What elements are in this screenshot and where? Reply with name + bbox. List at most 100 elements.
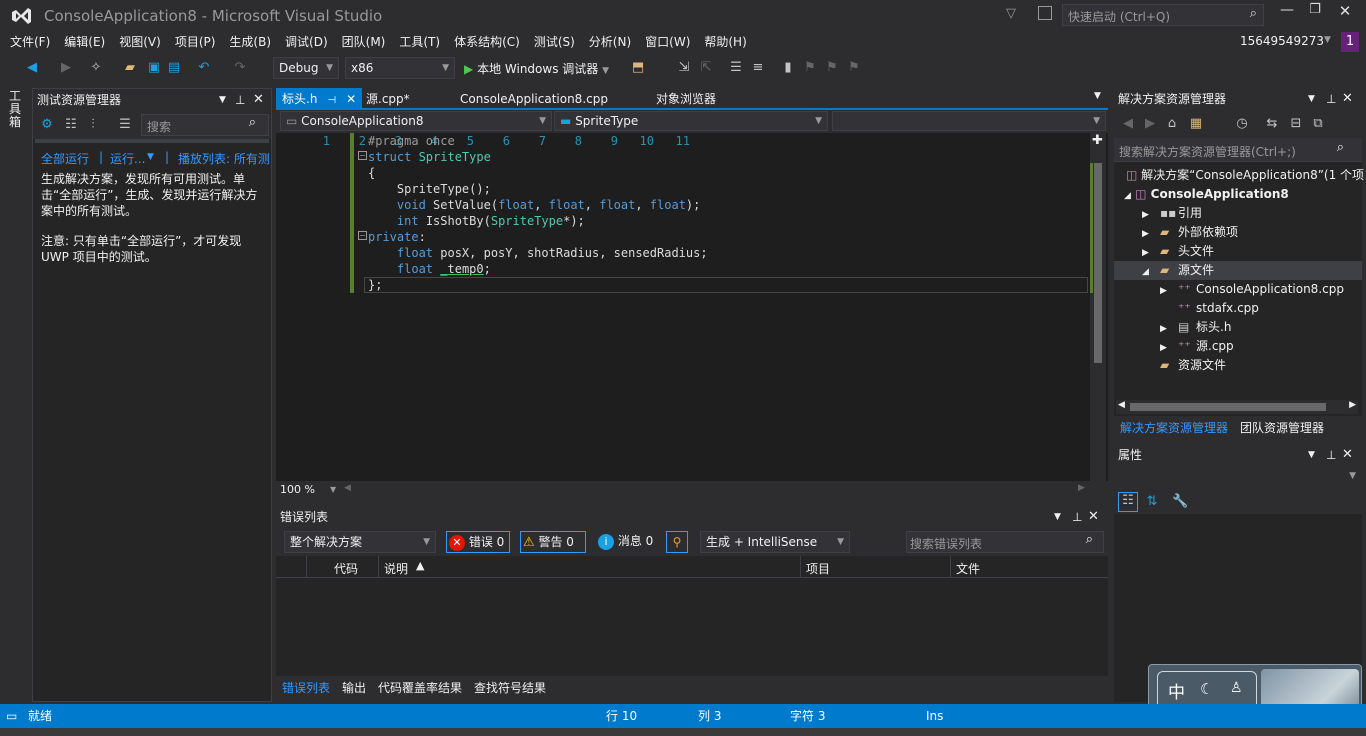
code-line[interactable]: #pragma once (368, 133, 708, 149)
code-editor[interactable]: 1 2 3 4 5 6 7 8 9 10 11 − − #pragma once struct Spr… (276, 133, 1108, 481)
panel-menu-icon[interactable]: ▼ (1054, 506, 1061, 528)
show-all-files-icon[interactable]: ⧉ (1310, 116, 1326, 132)
sort-icon[interactable]: ⫶ (85, 117, 101, 133)
collapse-all-icon[interactable]: ⊟ (1288, 116, 1304, 132)
code-line[interactable]: struct SpriteType (368, 149, 708, 165)
menu-item[interactable]: 测试(S) (527, 32, 582, 52)
back-icon[interactable]: ◀ (24, 60, 40, 76)
pin-icon[interactable]: ⊣ (327, 95, 336, 106)
bottom-tab[interactable]: 查找符号结果 (474, 679, 546, 696)
test-search-box[interactable]: 搜索 ⌕ (141, 114, 269, 136)
panel-menu-icon[interactable]: ▼ (1308, 444, 1315, 466)
column-description[interactable]: 说明 (384, 560, 408, 577)
scroll-thumb[interactable] (1130, 403, 1326, 411)
code-line[interactable]: }; (368, 277, 708, 293)
switch-views-icon[interactable]: ▦ (1188, 116, 1204, 132)
forward-icon[interactable]: ▶ (58, 60, 74, 76)
tree-item[interactable]: ▶ ▰ 头文件 (1114, 242, 1362, 261)
start-debugging-button[interactable]: ▶ 本地 Windows 调试器 ▼ (464, 60, 609, 77)
tab-solution-explorer[interactable]: 解决方案资源管理器 (1120, 419, 1228, 436)
property-pages-icon[interactable]: 🔧 (1172, 494, 1188, 510)
panel-menu-icon[interactable]: ▼ (219, 89, 226, 111)
prev-bookmark-icon[interactable]: ⚑ (802, 60, 818, 76)
menu-item[interactable]: 分析(N) (582, 32, 638, 52)
menu-item[interactable]: 团队(M) (335, 32, 393, 52)
scroll-left-icon[interactable]: ◀ (1118, 400, 1125, 410)
config-dropdown[interactable]: Debug ▼ (273, 57, 339, 79)
save-icon[interactable]: ▣ (146, 60, 162, 76)
code-line[interactable]: float posX, posY, shotRadius, sensedRadi… (368, 245, 708, 261)
code-line[interactable]: int IsShotBy(SpriteType*); (368, 213, 708, 229)
ime-language[interactable]: 中 (1168, 678, 1185, 703)
pin-icon[interactable]: ⊥ (1326, 444, 1336, 466)
scroll-left-icon[interactable]: ◀ (344, 483, 351, 493)
properties-object-dropdown[interactable]: ▼ (1114, 466, 1362, 488)
tree-item[interactable]: ▰ 资源文件 (1114, 356, 1362, 375)
moon-icon[interactable]: ☾ (1200, 680, 1213, 698)
open-file-icon[interactable]: ▰ (122, 60, 138, 76)
next-bookmark-icon[interactable]: ⚑ (824, 60, 840, 76)
comment-icon[interactable]: ☰ (728, 60, 744, 76)
menu-item[interactable]: 文件(F) (3, 32, 57, 52)
scroll-right-icon[interactable]: ▶ (1078, 483, 1085, 493)
group-by-icon[interactable]: ☷ (63, 117, 79, 133)
column-project[interactable]: 项目 (806, 560, 830, 577)
close-icon[interactable]: ✕ (1342, 88, 1353, 110)
account-caret-icon[interactable]: ▼ (1324, 35, 1331, 45)
error-scope-dropdown[interactable]: 整个解决方案 ▼ (284, 531, 436, 553)
account-name[interactable]: 15649549273 (1240, 34, 1324, 48)
tab-team-explorer[interactable]: 团队资源管理器 (1240, 419, 1324, 436)
error-source-dropdown[interactable]: 生成 + IntelliSense ▼ (700, 531, 850, 553)
menu-item[interactable]: 工具(T) (392, 32, 447, 52)
column-code[interactable]: 代码 (334, 560, 358, 577)
menu-item[interactable]: 帮助(H) (697, 32, 753, 52)
editor-tab[interactable]: ConsoleApplication8.cpp (454, 88, 614, 110)
horizontal-scrollbar[interactable]: ◀ ▶ (1116, 400, 1358, 414)
menu-item[interactable]: 编辑(E) (57, 32, 112, 52)
expanded-icon[interactable]: ◢ (1142, 263, 1160, 282)
step-icon[interactable]: ⇲ (676, 60, 692, 76)
code-line[interactable]: SpriteType(); (368, 181, 708, 197)
member-nav-dropdown[interactable]: ▼ (832, 111, 1106, 131)
pin-icon[interactable]: ⊥ (235, 89, 245, 111)
uncomment-icon[interactable]: ≡ (750, 60, 766, 76)
tree-item[interactable]: ▶ ▪▪ 引用 (1114, 204, 1362, 223)
warnings-toggle[interactable]: ⚠ 警告 0 (520, 531, 586, 553)
editor-tab[interactable]: 标头.h ⊣ ✕ (276, 88, 363, 110)
messages-toggle[interactable]: i 消息 0 (596, 531, 656, 553)
undo-icon[interactable]: ↶ (196, 60, 212, 76)
menu-item[interactable]: 生成(B) (222, 32, 278, 52)
close-icon[interactable]: ✕ (253, 89, 264, 111)
pin-icon[interactable]: ⊥ (1072, 506, 1082, 528)
list-icon[interactable]: ☰ (117, 117, 133, 133)
code-line[interactable]: { (368, 165, 708, 181)
close-icon[interactable]: ✕ (1342, 444, 1353, 466)
minimize-button[interactable]: — (1276, 2, 1298, 24)
tree-item[interactable]: ◢ ▰ 源文件 (1114, 261, 1362, 280)
menu-item[interactable]: 体系结构(C) (447, 32, 527, 52)
code-line[interactable]: private: (368, 229, 708, 245)
filter-icon[interactable]: ▽ (1006, 6, 1016, 21)
close-icon[interactable]: ✕ (1088, 506, 1099, 528)
close-icon[interactable]: ✕ (346, 92, 356, 106)
tree-item[interactable]: ⁺⁺ stdafx.cpp (1114, 299, 1362, 318)
scroll-right-icon[interactable]: ▶ (1349, 400, 1356, 410)
shirt-icon[interactable]: ♙ (1230, 680, 1243, 696)
editor-tab[interactable]: 对象浏览器 (650, 88, 722, 110)
scroll-thumb[interactable] (1094, 163, 1102, 363)
step-over-icon[interactable]: ⇱ (698, 60, 714, 76)
platform-dropdown[interactable]: x86 ▼ (345, 57, 455, 79)
pin-icon[interactable]: ⊥ (1326, 88, 1336, 110)
scope-nav-dropdown[interactable]: ▬ SpriteType ▼ (554, 111, 828, 131)
filter-toggle[interactable]: ⚲ (666, 531, 688, 553)
chevron-down-icon[interactable]: ▼ (330, 485, 336, 494)
forward-icon[interactable]: ▶ (1142, 116, 1158, 132)
clear-bookmark-icon[interactable]: ⚑ (846, 60, 862, 76)
tree-item[interactable]: ▶ ▤ 标头.h (1114, 318, 1362, 337)
test-settings-icon[interactable]: ⚙ (39, 117, 55, 133)
toolbox-strip[interactable]: 工具箱 (0, 86, 30, 702)
redo-icon[interactable]: ↷ (232, 60, 248, 76)
project-nav-dropdown[interactable]: ▭ ConsoleApplication8 ▼ (280, 111, 552, 131)
bottom-tab[interactable]: 输出 (342, 679, 366, 696)
zoom-level[interactable]: 100 % (280, 483, 315, 496)
